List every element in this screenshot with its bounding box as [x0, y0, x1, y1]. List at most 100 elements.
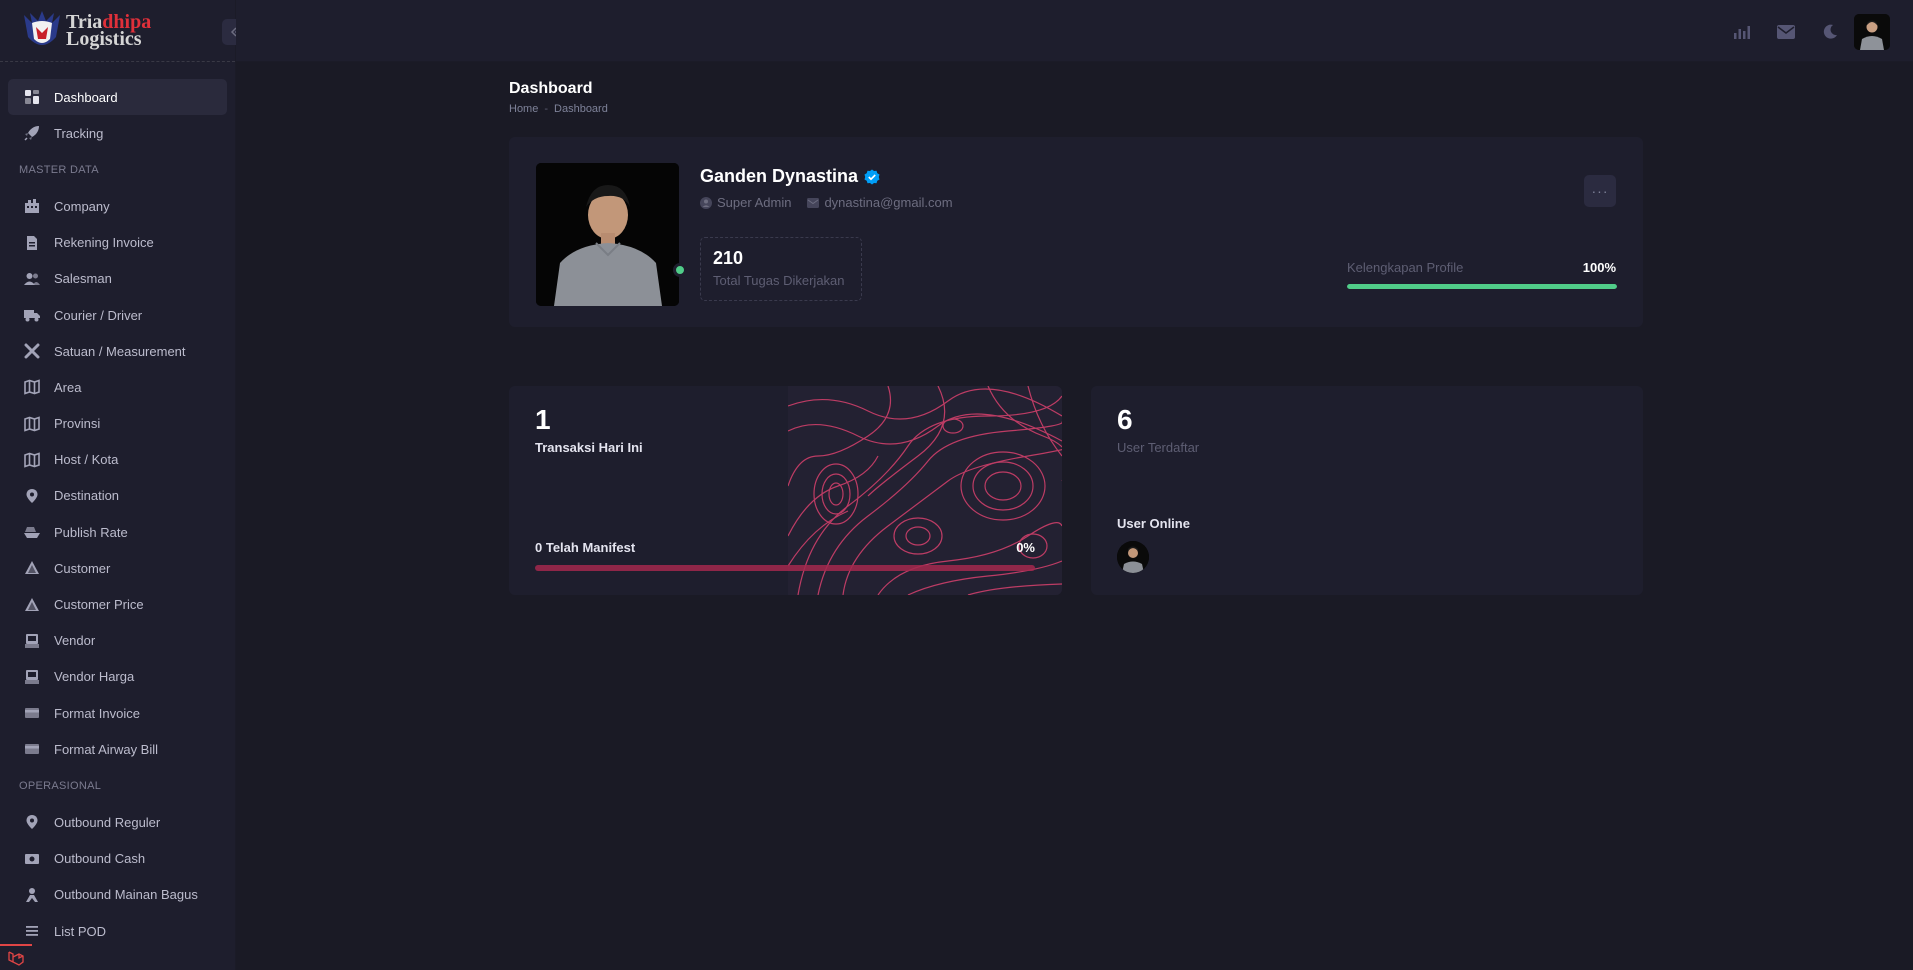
sidebar-item-label: Format Invoice: [54, 705, 140, 721]
profile-email[interactable]: dynastina@gmail.com: [807, 195, 953, 210]
profile-photo: [536, 163, 679, 306]
map-icon: [23, 378, 41, 396]
profile-name[interactable]: Ganden Dynastina: [700, 166, 858, 187]
map-icon: [23, 415, 41, 433]
sidebar-item-rekening-invoice[interactable]: Rekening Invoice: [8, 225, 227, 261]
sidebar-item-label: Outbound Cash: [54, 851, 146, 867]
breadcrumb-current: Dashboard: [554, 103, 608, 115]
bar-chart-icon: [1734, 26, 1750, 39]
users-label: User Terdaftar: [1117, 440, 1200, 455]
sidebar-item-area[interactable]: Area: [8, 369, 227, 405]
card-icon: [23, 740, 41, 758]
sidebar-item-label: Rekening Invoice: [54, 235, 154, 251]
pin-icon: [23, 813, 41, 831]
profile-completion-percent: 100%: [1582, 260, 1616, 275]
building-icon: [23, 197, 41, 215]
brand-emblem-icon: [24, 10, 60, 45]
sidebar-item-label: Publish Rate: [54, 524, 128, 540]
profile-card: Ganden Dynastina Super Admin dynastina@g…: [509, 137, 1643, 327]
sidebar-item-label: Courier / Driver: [54, 307, 143, 323]
sidebar-item-label: Salesman: [54, 271, 112, 287]
triangle-icon: [23, 596, 41, 614]
page-title: Dashboard: [509, 80, 593, 97]
users-icon: [23, 270, 41, 288]
breadcrumb-home[interactable]: Home: [509, 103, 538, 115]
profile-more-button[interactable]: ···: [1584, 175, 1616, 207]
section-operasional: OPERASIONAL: [19, 779, 102, 792]
sidebar-item-outbound-reguler[interactable]: Outbound Reguler: [8, 804, 227, 840]
theme-toggle-button[interactable]: [1808, 15, 1852, 49]
sidebar-item-provinsi[interactable]: Provinsi: [8, 406, 227, 442]
sidebar-item-label: Outbound Reguler: [54, 814, 161, 830]
sidebar-item-label: Host / Kota: [54, 452, 119, 468]
brand-name: Triadhipa Logistics: [66, 10, 152, 50]
money-icon: [23, 850, 41, 868]
sidebar-item-label: Format Airway Bill: [54, 741, 159, 757]
sidebar-item-label: Company: [54, 198, 110, 214]
mail-icon: [807, 197, 820, 208]
moon-icon: [1823, 24, 1837, 39]
user-avatar-menu[interactable]: [1854, 14, 1890, 50]
logo-area: Triadhipa Logistics: [0, 0, 235, 62]
sidebar-menu: Dashboard Tracking MASTER DATA Company R…: [0, 62, 235, 949]
profile-role[interactable]: Super Admin: [700, 195, 791, 210]
triangle-icon: [23, 559, 41, 577]
users-card: 6 User Terdaftar User Online: [1091, 386, 1643, 595]
sidebar-item-company[interactable]: Company: [8, 188, 227, 224]
sidebar-item-label: Outbound Mainan Bagus: [54, 887, 198, 903]
grid-icon: [23, 88, 41, 106]
transactions-card: 1 Transaksi Hari Ini 0 Telah Manifest 0%: [509, 386, 1062, 595]
section-master-data: MASTER DATA: [19, 163, 99, 176]
sidebar-item-dashboard[interactable]: Dashboard: [8, 79, 227, 116]
profile-completion-label: Kelengkapan Profile: [1347, 260, 1464, 275]
manifest-label: 0 Telah Manifest: [535, 540, 636, 555]
user-circle-icon: [700, 196, 712, 209]
task-stat-box: 210 Total Tugas Dikerjakan: [700, 237, 862, 301]
avatar: [1117, 541, 1149, 573]
list-icon: [23, 922, 41, 940]
truck-icon: [23, 306, 41, 324]
profile-name-row: Ganden Dynastina: [700, 166, 880, 187]
header-toolbar: [1720, 14, 1890, 50]
sidebar-item-format-airway-bill[interactable]: Format Airway Bill: [8, 731, 227, 767]
file-icon: [23, 234, 41, 252]
boat-icon: [23, 523, 41, 541]
users-online-label: User Online: [1117, 516, 1190, 531]
manifest-percent: 0%: [1016, 540, 1035, 555]
laravel-icon: [0, 944, 32, 970]
pin-icon: [23, 487, 41, 505]
sidebar-item-outbound-cash[interactable]: Outbound Cash: [8, 841, 227, 877]
sidebar-item-label: Dashboard: [54, 89, 118, 105]
avatar: [1854, 14, 1890, 50]
top-header: [236, 0, 1913, 62]
transactions-label: Transaksi Hari Ini: [535, 440, 643, 455]
online-user-avatar[interactable]: [1117, 541, 1149, 573]
online-status-dot: [673, 263, 687, 277]
sidebar-item-satuan-measurement[interactable]: Satuan / Measurement: [8, 333, 227, 369]
sidebar-item-salesman[interactable]: Salesman: [8, 261, 227, 297]
breadcrumb-separator: -: [544, 103, 549, 115]
sidebar-item-courier-driver[interactable]: Courier / Driver: [8, 297, 227, 333]
breadcrumb: Home - Dashboard: [509, 103, 608, 115]
profile-meta: Super Admin dynastina@gmail.com: [700, 195, 953, 210]
manifest-progress-bar: [535, 565, 1035, 571]
activity-chart-button[interactable]: [1720, 15, 1764, 49]
printer-icon: [23, 668, 41, 686]
messages-button[interactable]: [1764, 15, 1808, 49]
sidebar-item-customer-price[interactable]: Customer Price: [8, 586, 227, 622]
sidebar-item-list-pod[interactable]: List POD: [8, 913, 227, 949]
task-count: 210: [713, 248, 744, 268]
sidebar-item-vendor[interactable]: Vendor: [8, 623, 227, 659]
sidebar-item-destination[interactable]: Destination: [8, 478, 227, 514]
brand-logo[interactable]: Triadhipa Logistics: [20, 9, 151, 53]
printer-icon: [23, 632, 41, 650]
sidebar-item-format-invoice[interactable]: Format Invoice: [8, 695, 227, 731]
sidebar-item-vendor-harga[interactable]: Vendor Harga: [8, 659, 227, 695]
rocket-icon: [23, 124, 41, 142]
sidebar-item-publish-rate[interactable]: Publish Rate: [8, 514, 227, 550]
sidebar-item-tracking[interactable]: Tracking: [8, 115, 227, 151]
sidebar-item-outbound-mainan-bagus[interactable]: Outbound Mainan Bagus: [8, 877, 227, 913]
sidebar-item-customer[interactable]: Customer: [8, 550, 227, 586]
sidebar-item-host-kota[interactable]: Host / Kota: [8, 442, 227, 478]
sidebar-item-label: Area: [54, 379, 82, 395]
